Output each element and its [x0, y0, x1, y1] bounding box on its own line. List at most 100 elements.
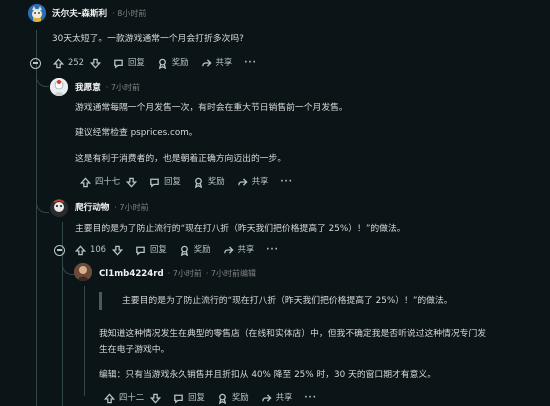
- comment-body: 游戏通常每隔一个月发售一次，有时会在重大节日销售前一个月发售。: [75, 103, 348, 113]
- award-icon: [158, 58, 166, 69]
- award-icon: [194, 177, 203, 188]
- more-icon: ···: [280, 176, 293, 187]
- share-label: 共享: [215, 57, 233, 68]
- quote-text: 主要目的是为了防止流行的“现在打八折（昨天我们把价格提高了 25%）！”的做法。: [122, 296, 453, 306]
- comment-timestamp[interactable]: · 7小时前: [114, 202, 148, 213]
- award-label: 奖励: [207, 176, 225, 187]
- award-label: 奖励: [193, 244, 211, 255]
- blockquote: 主要目的是为了防止流行的“现在打八折（昨天我们把价格提高了 25%）！”的做法。: [99, 292, 453, 310]
- vote-count: 252: [68, 57, 84, 68]
- more-icon: ···: [244, 57, 257, 68]
- award-button[interactable]: 奖励: [211, 390, 255, 406]
- downvote-button[interactable]: [112, 242, 129, 258]
- avatar-image: [74, 263, 92, 281]
- thread-branch-2: [36, 196, 49, 213]
- collapse-icon[interactable]: [54, 244, 65, 256]
- share-icon: [223, 245, 234, 254]
- award-label: 奖励: [171, 57, 189, 68]
- avatar[interactable]: [74, 263, 92, 281]
- more-options-button[interactable]: ···: [274, 174, 299, 190]
- comment-author[interactable]: Cl1mb4224rd: [99, 268, 164, 280]
- comment-body: 主要目的是为了防止流行的“现在打八折（昨天我们把价格提高了 25%）！”的做法。: [75, 224, 406, 234]
- downvote-button[interactable]: [90, 55, 107, 71]
- award-icon: [218, 393, 227, 404]
- more-icon: ···: [266, 244, 279, 255]
- downvote-button[interactable]: [126, 174, 143, 190]
- share-button[interactable]: 共享: [255, 390, 299, 406]
- award-button[interactable]: 奖励: [151, 55, 195, 71]
- share-label: 共享: [251, 176, 269, 187]
- downvote-button[interactable]: [150, 390, 167, 406]
- avatar-image: [50, 78, 68, 96]
- comment-body: 编辑：只有当游戏永久销售并且折扣从 40% 降至 25% 时，30 天的窗口期才…: [99, 370, 436, 380]
- reply-icon: [114, 59, 123, 69]
- downvote-icon: [126, 177, 138, 188]
- reply-button[interactable]: 回复: [107, 55, 151, 71]
- downvote-icon: [90, 58, 101, 69]
- comment-timestamp[interactable]: · 7小时前: [168, 268, 202, 279]
- comment-author[interactable]: 我愿意: [75, 82, 101, 94]
- share-label: 共享: [275, 392, 293, 403]
- award-label: 奖励: [231, 392, 249, 403]
- comment-actions: 106 回复 奖励 共享 ···: [54, 242, 285, 258]
- comment-body: 这是有利于消费者的，也是朝着正确方向迈出的一步。: [75, 154, 287, 164]
- share-icon: [261, 393, 272, 402]
- share-button[interactable]: 共享: [217, 242, 261, 258]
- reply-label: 回复: [150, 244, 167, 255]
- avatar-image: [28, 4, 46, 22]
- share-icon: [201, 58, 212, 67]
- reply-button[interactable]: 回复: [129, 242, 173, 258]
- reply-icon: [174, 394, 183, 404]
- more-options-button[interactable]: ···: [298, 390, 323, 406]
- award-button[interactable]: 奖励: [173, 242, 217, 258]
- vote-count: 106: [90, 244, 106, 255]
- award-icon: [180, 245, 188, 256]
- upvote-button[interactable]: 四十七: [74, 174, 126, 190]
- thread-line-root[interactable]: [36, 30, 37, 406]
- more-options-button[interactable]: ···: [260, 242, 285, 258]
- reply-label: 回复: [188, 392, 205, 403]
- vote-count: 四十二: [119, 392, 145, 403]
- reply-icon: [136, 246, 145, 256]
- comment-body: 30天太短了。一款游戏通常一个月会打折多次吗?: [52, 34, 244, 44]
- comment-body: 我知道这种情况发生在典型的零售店（在线和实体店）中，但我不确定我是否听说过这种情…: [99, 329, 487, 339]
- upvote-icon: [104, 392, 115, 403]
- share-button[interactable]: 共享: [195, 55, 239, 71]
- upvote-icon: [53, 57, 64, 68]
- downvote-icon: [150, 393, 162, 404]
- share-label: 共享: [237, 244, 255, 255]
- upvote-button[interactable]: 四十二: [98, 390, 150, 406]
- upvote-button[interactable]: 106: [69, 242, 112, 258]
- thread-branch-1: [36, 70, 49, 87]
- comment-body: 建议经常检查 psprices.com。: [75, 128, 198, 138]
- reply-label: 回复: [164, 176, 181, 187]
- avatar-image: [50, 199, 68, 217]
- thread-line-climb[interactable]: [84, 286, 85, 396]
- upvote-button[interactable]: 252: [47, 55, 90, 71]
- downvote-icon: [112, 245, 123, 256]
- comment-body: 生在电子游戏中。: [99, 345, 170, 355]
- comment-actions: 四十七 回复 奖励 共享 ···: [74, 174, 299, 190]
- upvote-icon: [75, 244, 86, 255]
- avatar[interactable]: [50, 199, 68, 217]
- avatar[interactable]: [50, 78, 68, 96]
- comment-author[interactable]: 爬行动物: [75, 202, 109, 214]
- share-icon: [237, 177, 248, 186]
- award-button[interactable]: 奖励: [187, 174, 231, 190]
- comment-timestamp[interactable]: · 8小时前: [112, 8, 146, 19]
- upvote-icon: [80, 176, 91, 187]
- comment-author[interactable]: 沃尔夫-森斯利: [52, 8, 107, 20]
- avatar[interactable]: [28, 4, 46, 22]
- reply-icon: [150, 178, 159, 188]
- more-icon: ···: [304, 392, 317, 403]
- comment-timestamp[interactable]: · 7小时前: [106, 82, 140, 93]
- reply-button[interactable]: 回复: [143, 174, 187, 190]
- comment-actions: 四十二 回复 奖励 共享 ···: [98, 390, 323, 406]
- edited-label: · 7小时前编辑: [205, 269, 257, 279]
- share-button[interactable]: 共享: [231, 174, 275, 190]
- collapse-icon[interactable]: [30, 57, 41, 69]
- comment-actions: 252 回复 奖励 共享 ···: [30, 55, 263, 71]
- reply-label: 回复: [128, 57, 145, 68]
- more-options-button[interactable]: ···: [238, 55, 263, 71]
- reply-button[interactable]: 回复: [167, 390, 211, 406]
